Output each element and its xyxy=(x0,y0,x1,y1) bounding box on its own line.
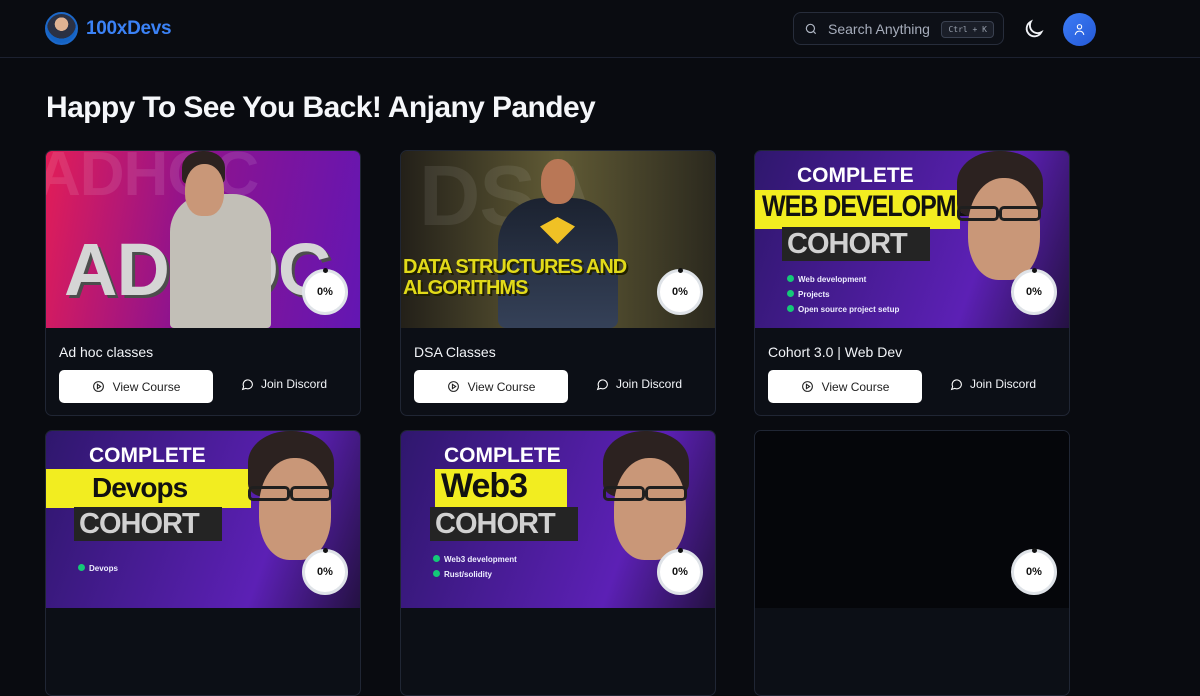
profile-button[interactable] xyxy=(1063,13,1096,46)
brand-logo[interactable]: 100xDevs xyxy=(45,12,172,45)
brand-name: 100xDevs xyxy=(86,17,172,39)
feature-label: Open source project setup xyxy=(798,305,900,314)
feature-label: Projects xyxy=(798,290,830,299)
page-greeting: Happy To See You Back! Anjany Pandey xyxy=(46,91,596,124)
web-dev-glasses-left xyxy=(957,206,999,221)
devops-subject: Devops xyxy=(92,472,188,503)
course-card-devops[interactable]: COMPLETE Devops COHORT Devops 0% xyxy=(45,430,361,696)
moon-icon[interactable] xyxy=(1023,18,1045,40)
join-discord-link[interactable]: Join Discord xyxy=(596,377,682,391)
course-progress: 0% xyxy=(1011,268,1057,315)
devops-face xyxy=(259,458,331,560)
search-icon xyxy=(805,23,817,34)
devops-complete-label: COMPLETE xyxy=(89,444,206,467)
ad-hoc-thumbnail[interactable]: ADHOC ADHOC 0% xyxy=(46,151,360,328)
ad-hoc-person xyxy=(170,194,271,328)
message-circle-icon xyxy=(950,378,962,390)
feature-label: Web development xyxy=(798,275,867,284)
ad-hoc-face xyxy=(185,164,224,216)
web3-thumbnail[interactable]: COMPLETE Web3 COHORT Web3 development Rus… xyxy=(401,431,715,608)
view-course-button[interactable]: View Course xyxy=(414,370,568,403)
course-title: DSA Classes xyxy=(414,344,496,360)
view-course-button[interactable]: View Course xyxy=(768,370,922,403)
web-dev-cohort-label: COHORT xyxy=(787,228,908,260)
course-card-web3[interactable]: COMPLETE Web3 COHORT Web3 development Rus… xyxy=(400,430,716,696)
devops-cohort-label: COHORT xyxy=(79,508,200,540)
search-bar[interactable]: Search Anything Ctrl + K xyxy=(793,12,1004,45)
search-shortcut: Ctrl + K xyxy=(941,21,994,38)
view-course-button[interactable]: View Course xyxy=(59,370,213,403)
feature-label: Rust/solidity xyxy=(444,570,493,579)
web3-glasses-right xyxy=(645,486,687,501)
course-progress: 0% xyxy=(302,268,348,315)
play-circle-icon xyxy=(92,381,104,392)
devops-thumbnail[interactable]: COMPLETE Devops COHORT Devops 0% xyxy=(46,431,360,608)
view-course-label: View Course xyxy=(821,379,890,394)
course-progress: 0% xyxy=(1011,548,1057,595)
web-dev-thumbnail[interactable]: COMPLETE WEB DEVELOPMENT COHORT Web deve… xyxy=(755,151,1069,328)
brand-avatar xyxy=(45,12,78,45)
devops-glasses-right xyxy=(290,486,332,501)
course-card-dsa[interactable]: DSA DATA STRUCTURES AND ALGORITHMS 0% DS… xyxy=(400,150,716,416)
feature-label: Devops xyxy=(89,564,118,573)
view-course-label: View Course xyxy=(467,379,536,394)
course-card-ad-hoc[interactable]: ADHOC ADHOC 0% Ad hoc classes View Cours… xyxy=(45,150,361,416)
course-title: Cohort 3.0 | Web Dev xyxy=(768,344,903,360)
web-dev-features: Web development Projects Open source proje… xyxy=(787,272,899,317)
web3-subject: Web3 xyxy=(441,467,528,505)
join-discord-label: Join Discord xyxy=(970,377,1037,391)
course-card-web-dev[interactable]: COMPLETE WEB DEVELOPMENT COHORT Web deve… xyxy=(754,150,1070,416)
join-discord-label: Join Discord xyxy=(261,377,328,391)
course-title: Ad hoc classes xyxy=(59,344,154,360)
devops-glasses-left xyxy=(248,486,290,501)
play-circle-icon xyxy=(447,381,459,392)
ad-hoc-background-text: ADHOC xyxy=(46,151,259,209)
web3-face xyxy=(614,458,686,560)
join-discord-link[interactable]: Join Discord xyxy=(950,377,1036,391)
web-dev-face xyxy=(968,178,1040,280)
dsa-thumbnail[interactable]: DSA DATA STRUCTURES AND ALGORITHMS 0% xyxy=(401,151,715,328)
course-card-dark[interactable]: 0% xyxy=(754,430,1070,696)
web3-glasses-left xyxy=(603,486,645,501)
top-navigation: 100xDevs Search Anything Ctrl + K xyxy=(0,0,1200,58)
course-progress: 0% xyxy=(302,548,348,595)
join-discord-label: Join Discord xyxy=(616,377,683,391)
course-progress: 0% xyxy=(657,548,703,595)
user-icon xyxy=(1074,24,1085,36)
web3-complete-label: COMPLETE xyxy=(444,444,561,467)
search-placeholder: Search Anything xyxy=(828,20,930,37)
play-circle-icon xyxy=(801,381,813,392)
message-circle-icon xyxy=(596,378,608,390)
web-dev-complete-label: COMPLETE xyxy=(797,164,914,187)
web3-cohort-label: COHORT xyxy=(435,508,556,540)
message-circle-icon xyxy=(241,378,253,390)
dark-course-thumbnail[interactable]: 0% xyxy=(755,431,1069,608)
web-dev-glasses-right xyxy=(999,206,1041,221)
devops-features: Devops xyxy=(78,561,118,576)
web3-features: Web3 development Rust/solidity xyxy=(433,552,517,582)
feature-label: Web3 development xyxy=(444,555,517,564)
join-discord-link[interactable]: Join Discord xyxy=(241,377,327,391)
dsa-face xyxy=(541,159,575,204)
view-course-label: View Course xyxy=(112,379,181,394)
course-progress: 0% xyxy=(657,268,703,315)
